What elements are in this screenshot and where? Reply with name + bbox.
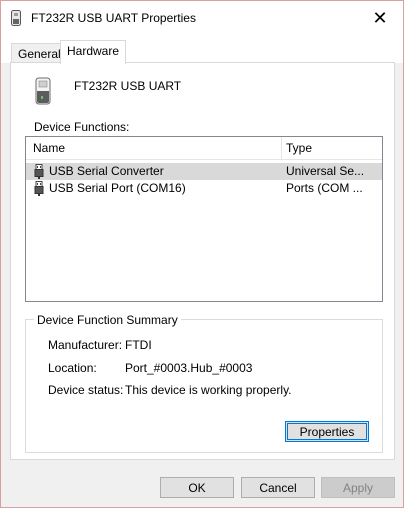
device-functions-list[interactable]: Name Type USB Serial Converter Universal…: [25, 136, 383, 302]
cancel-button[interactable]: Cancel: [241, 477, 315, 498]
usb-device-icon: [35, 77, 51, 105]
list-item-type: Ports (COM ...: [286, 181, 363, 195]
title-bar[interactable]: FT232R USB UART Properties ✕: [1, 1, 403, 35]
location-value: Port_#0003.Hub_#0003: [125, 361, 253, 375]
column-divider[interactable]: [281, 137, 282, 159]
list-item-name: USB Serial Port (COM16): [49, 181, 186, 195]
hardware-tab-panel: FT232R USB UART Device Functions: Name T…: [10, 62, 395, 460]
device-name: FT232R USB UART: [74, 79, 182, 93]
column-header-type[interactable]: Type: [286, 137, 312, 159]
window-title: FT232R USB UART Properties: [31, 11, 196, 25]
ok-button[interactable]: OK: [160, 477, 234, 498]
location-label: Location:: [48, 361, 97, 375]
close-icon: ✕: [372, 7, 388, 28]
close-button[interactable]: ✕: [357, 1, 403, 35]
summary-legend: Device Function Summary: [34, 313, 181, 327]
list-item[interactable]: USB Serial Port (COM16) Ports (COM ...: [26, 180, 382, 197]
tab-hardware[interactable]: Hardware: [60, 40, 127, 64]
manufacturer-value: FTDI: [125, 338, 152, 352]
device-status-value: This device is working properly.: [125, 383, 292, 397]
list-item[interactable]: USB Serial Converter Universal Se...: [26, 163, 382, 180]
list-item-name: USB Serial Converter: [49, 164, 164, 178]
usb-device-icon: [11, 10, 21, 26]
properties-button[interactable]: Properties: [285, 421, 369, 442]
list-item-type: Universal Se...: [286, 164, 365, 178]
manufacturer-label: Manufacturer:: [48, 338, 123, 352]
properties-dialog: FT232R USB UART Properties ✕ General Har…: [0, 0, 404, 508]
usb-plug-icon: [34, 164, 44, 179]
serial-port-icon: [34, 181, 44, 196]
column-header-name[interactable]: Name: [33, 137, 65, 159]
apply-button[interactable]: Apply: [321, 477, 395, 498]
device-status-label: Device status:: [48, 383, 124, 397]
list-header: Name Type: [26, 137, 382, 160]
device-functions-label: Device Functions:: [34, 120, 130, 134]
